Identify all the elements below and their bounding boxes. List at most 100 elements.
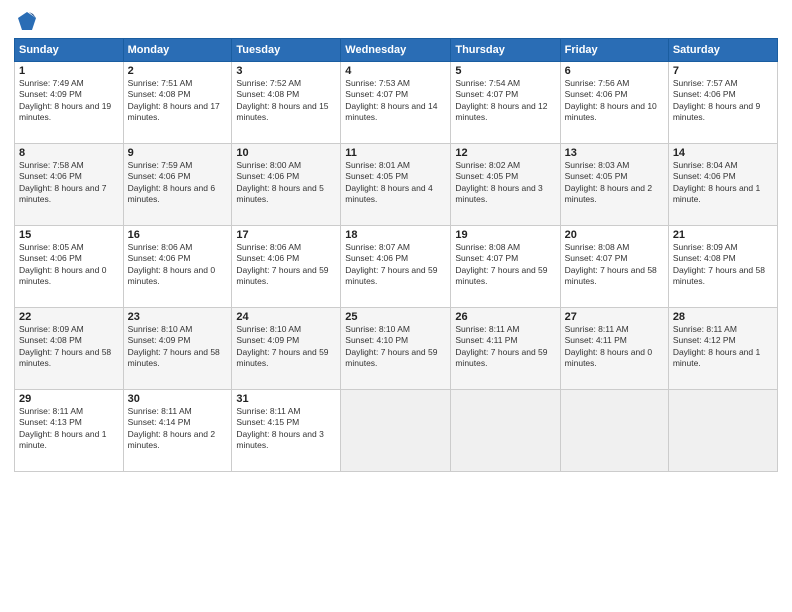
day-number: 13: [565, 147, 664, 159]
day-info: Sunrise: 8:07 AMSunset: 4:06 PMDaylight:…: [345, 242, 446, 288]
calendar-cell: 15Sunrise: 8:05 AMSunset: 4:06 PMDayligh…: [15, 226, 124, 308]
day-info: Sunrise: 8:01 AMSunset: 4:05 PMDaylight:…: [345, 160, 446, 206]
day-number: 22: [19, 311, 119, 323]
calendar-cell: 20Sunrise: 8:08 AMSunset: 4:07 PMDayligh…: [560, 226, 668, 308]
day-info: Sunrise: 8:03 AMSunset: 4:05 PMDaylight:…: [565, 160, 664, 206]
day-info: Sunrise: 7:53 AMSunset: 4:07 PMDaylight:…: [345, 78, 446, 124]
calendar-cell: 25Sunrise: 8:10 AMSunset: 4:10 PMDayligh…: [341, 308, 451, 390]
logo-icon: [16, 10, 38, 32]
calendar-cell: 3Sunrise: 7:52 AMSunset: 4:08 PMDaylight…: [232, 62, 341, 144]
calendar-cell: 21Sunrise: 8:09 AMSunset: 4:08 PMDayligh…: [668, 226, 777, 308]
calendar-cell: 2Sunrise: 7:51 AMSunset: 4:08 PMDaylight…: [123, 62, 232, 144]
calendar-cell: 8Sunrise: 7:58 AMSunset: 4:06 PMDaylight…: [15, 144, 124, 226]
calendar-cell: [451, 390, 560, 472]
calendar-cell: 5Sunrise: 7:54 AMSunset: 4:07 PMDaylight…: [451, 62, 560, 144]
day-number: 1: [19, 65, 119, 77]
day-info: Sunrise: 8:06 AMSunset: 4:06 PMDaylight:…: [128, 242, 228, 288]
day-number: 12: [455, 147, 555, 159]
day-info: Sunrise: 8:04 AMSunset: 4:06 PMDaylight:…: [673, 160, 773, 206]
calendar-cell: [341, 390, 451, 472]
calendar-week-1: 8Sunrise: 7:58 AMSunset: 4:06 PMDaylight…: [15, 144, 778, 226]
day-info: Sunrise: 8:11 AMSunset: 4:15 PMDaylight:…: [236, 406, 336, 452]
calendar-week-0: 1Sunrise: 7:49 AMSunset: 4:09 PMDaylight…: [15, 62, 778, 144]
calendar-cell: 23Sunrise: 8:10 AMSunset: 4:09 PMDayligh…: [123, 308, 232, 390]
day-number: 27: [565, 311, 664, 323]
day-info: Sunrise: 7:52 AMSunset: 4:08 PMDaylight:…: [236, 78, 336, 124]
day-number: 31: [236, 393, 336, 405]
calendar-cell: 16Sunrise: 8:06 AMSunset: 4:06 PMDayligh…: [123, 226, 232, 308]
calendar-cell: 14Sunrise: 8:04 AMSunset: 4:06 PMDayligh…: [668, 144, 777, 226]
day-info: Sunrise: 7:58 AMSunset: 4:06 PMDaylight:…: [19, 160, 119, 206]
day-number: 3: [236, 65, 336, 77]
day-info: Sunrise: 8:05 AMSunset: 4:06 PMDaylight:…: [19, 242, 119, 288]
calendar-cell: 10Sunrise: 8:00 AMSunset: 4:06 PMDayligh…: [232, 144, 341, 226]
calendar-week-3: 22Sunrise: 8:09 AMSunset: 4:08 PMDayligh…: [15, 308, 778, 390]
day-number: 5: [455, 65, 555, 77]
day-number: 23: [128, 311, 228, 323]
day-info: Sunrise: 8:11 AMSunset: 4:12 PMDaylight:…: [673, 324, 773, 370]
calendar-cell: 4Sunrise: 7:53 AMSunset: 4:07 PMDaylight…: [341, 62, 451, 144]
calendar-cell: 22Sunrise: 8:09 AMSunset: 4:08 PMDayligh…: [15, 308, 124, 390]
day-number: 15: [19, 229, 119, 241]
day-info: Sunrise: 8:11 AMSunset: 4:11 PMDaylight:…: [455, 324, 555, 370]
day-info: Sunrise: 8:10 AMSunset: 4:09 PMDaylight:…: [128, 324, 228, 370]
calendar-cell: 26Sunrise: 8:11 AMSunset: 4:11 PMDayligh…: [451, 308, 560, 390]
day-number: 17: [236, 229, 336, 241]
day-info: Sunrise: 8:11 AMSunset: 4:14 PMDaylight:…: [128, 406, 228, 452]
day-info: Sunrise: 8:11 AMSunset: 4:11 PMDaylight:…: [565, 324, 664, 370]
calendar-cell: [668, 390, 777, 472]
day-number: 8: [19, 147, 119, 159]
calendar-cell: 27Sunrise: 8:11 AMSunset: 4:11 PMDayligh…: [560, 308, 668, 390]
calendar-week-4: 29Sunrise: 8:11 AMSunset: 4:13 PMDayligh…: [15, 390, 778, 472]
day-number: 6: [565, 65, 664, 77]
day-number: 16: [128, 229, 228, 241]
day-number: 11: [345, 147, 446, 159]
day-info: Sunrise: 8:09 AMSunset: 4:08 PMDaylight:…: [19, 324, 119, 370]
calendar-cell: 7Sunrise: 7:57 AMSunset: 4:06 PMDaylight…: [668, 62, 777, 144]
calendar-cell: 13Sunrise: 8:03 AMSunset: 4:05 PMDayligh…: [560, 144, 668, 226]
day-info: Sunrise: 7:56 AMSunset: 4:06 PMDaylight:…: [565, 78, 664, 124]
day-number: 10: [236, 147, 336, 159]
day-number: 30: [128, 393, 228, 405]
calendar-cell: 6Sunrise: 7:56 AMSunset: 4:06 PMDaylight…: [560, 62, 668, 144]
calendar-cell: 30Sunrise: 8:11 AMSunset: 4:14 PMDayligh…: [123, 390, 232, 472]
day-info: Sunrise: 8:10 AMSunset: 4:09 PMDaylight:…: [236, 324, 336, 370]
day-info: Sunrise: 8:10 AMSunset: 4:10 PMDaylight:…: [345, 324, 446, 370]
day-info: Sunrise: 7:57 AMSunset: 4:06 PMDaylight:…: [673, 78, 773, 124]
dow-header-tuesday: Tuesday: [232, 39, 341, 62]
calendar-cell: 9Sunrise: 7:59 AMSunset: 4:06 PMDaylight…: [123, 144, 232, 226]
calendar-cell: 28Sunrise: 8:11 AMSunset: 4:12 PMDayligh…: [668, 308, 777, 390]
page-container: SundayMondayTuesdayWednesdayThursdayFrid…: [0, 0, 792, 480]
calendar-cell: 11Sunrise: 8:01 AMSunset: 4:05 PMDayligh…: [341, 144, 451, 226]
dow-header-thursday: Thursday: [451, 39, 560, 62]
dow-header-wednesday: Wednesday: [341, 39, 451, 62]
day-number: 20: [565, 229, 664, 241]
dow-header-monday: Monday: [123, 39, 232, 62]
day-info: Sunrise: 7:51 AMSunset: 4:08 PMDaylight:…: [128, 78, 228, 124]
calendar-cell: 19Sunrise: 8:08 AMSunset: 4:07 PMDayligh…: [451, 226, 560, 308]
day-number: 21: [673, 229, 773, 241]
day-info: Sunrise: 8:08 AMSunset: 4:07 PMDaylight:…: [455, 242, 555, 288]
calendar-cell: 31Sunrise: 8:11 AMSunset: 4:15 PMDayligh…: [232, 390, 341, 472]
day-info: Sunrise: 8:11 AMSunset: 4:13 PMDaylight:…: [19, 406, 119, 452]
day-info: Sunrise: 7:49 AMSunset: 4:09 PMDaylight:…: [19, 78, 119, 124]
day-info: Sunrise: 8:08 AMSunset: 4:07 PMDaylight:…: [565, 242, 664, 288]
day-number: 7: [673, 65, 773, 77]
page-header: [14, 10, 778, 32]
day-number: 28: [673, 311, 773, 323]
day-number: 29: [19, 393, 119, 405]
dow-header-sunday: Sunday: [15, 39, 124, 62]
day-info: Sunrise: 8:02 AMSunset: 4:05 PMDaylight:…: [455, 160, 555, 206]
calendar-cell: [560, 390, 668, 472]
day-number: 4: [345, 65, 446, 77]
calendar-week-2: 15Sunrise: 8:05 AMSunset: 4:06 PMDayligh…: [15, 226, 778, 308]
calendar-cell: 12Sunrise: 8:02 AMSunset: 4:05 PMDayligh…: [451, 144, 560, 226]
day-number: 24: [236, 311, 336, 323]
day-info: Sunrise: 8:06 AMSunset: 4:06 PMDaylight:…: [236, 242, 336, 288]
calendar-cell: 17Sunrise: 8:06 AMSunset: 4:06 PMDayligh…: [232, 226, 341, 308]
calendar-cell: 18Sunrise: 8:07 AMSunset: 4:06 PMDayligh…: [341, 226, 451, 308]
calendar-cell: 24Sunrise: 8:10 AMSunset: 4:09 PMDayligh…: [232, 308, 341, 390]
calendar-table: SundayMondayTuesdayWednesdayThursdayFrid…: [14, 38, 778, 472]
day-info: Sunrise: 8:09 AMSunset: 4:08 PMDaylight:…: [673, 242, 773, 288]
day-number: 9: [128, 147, 228, 159]
